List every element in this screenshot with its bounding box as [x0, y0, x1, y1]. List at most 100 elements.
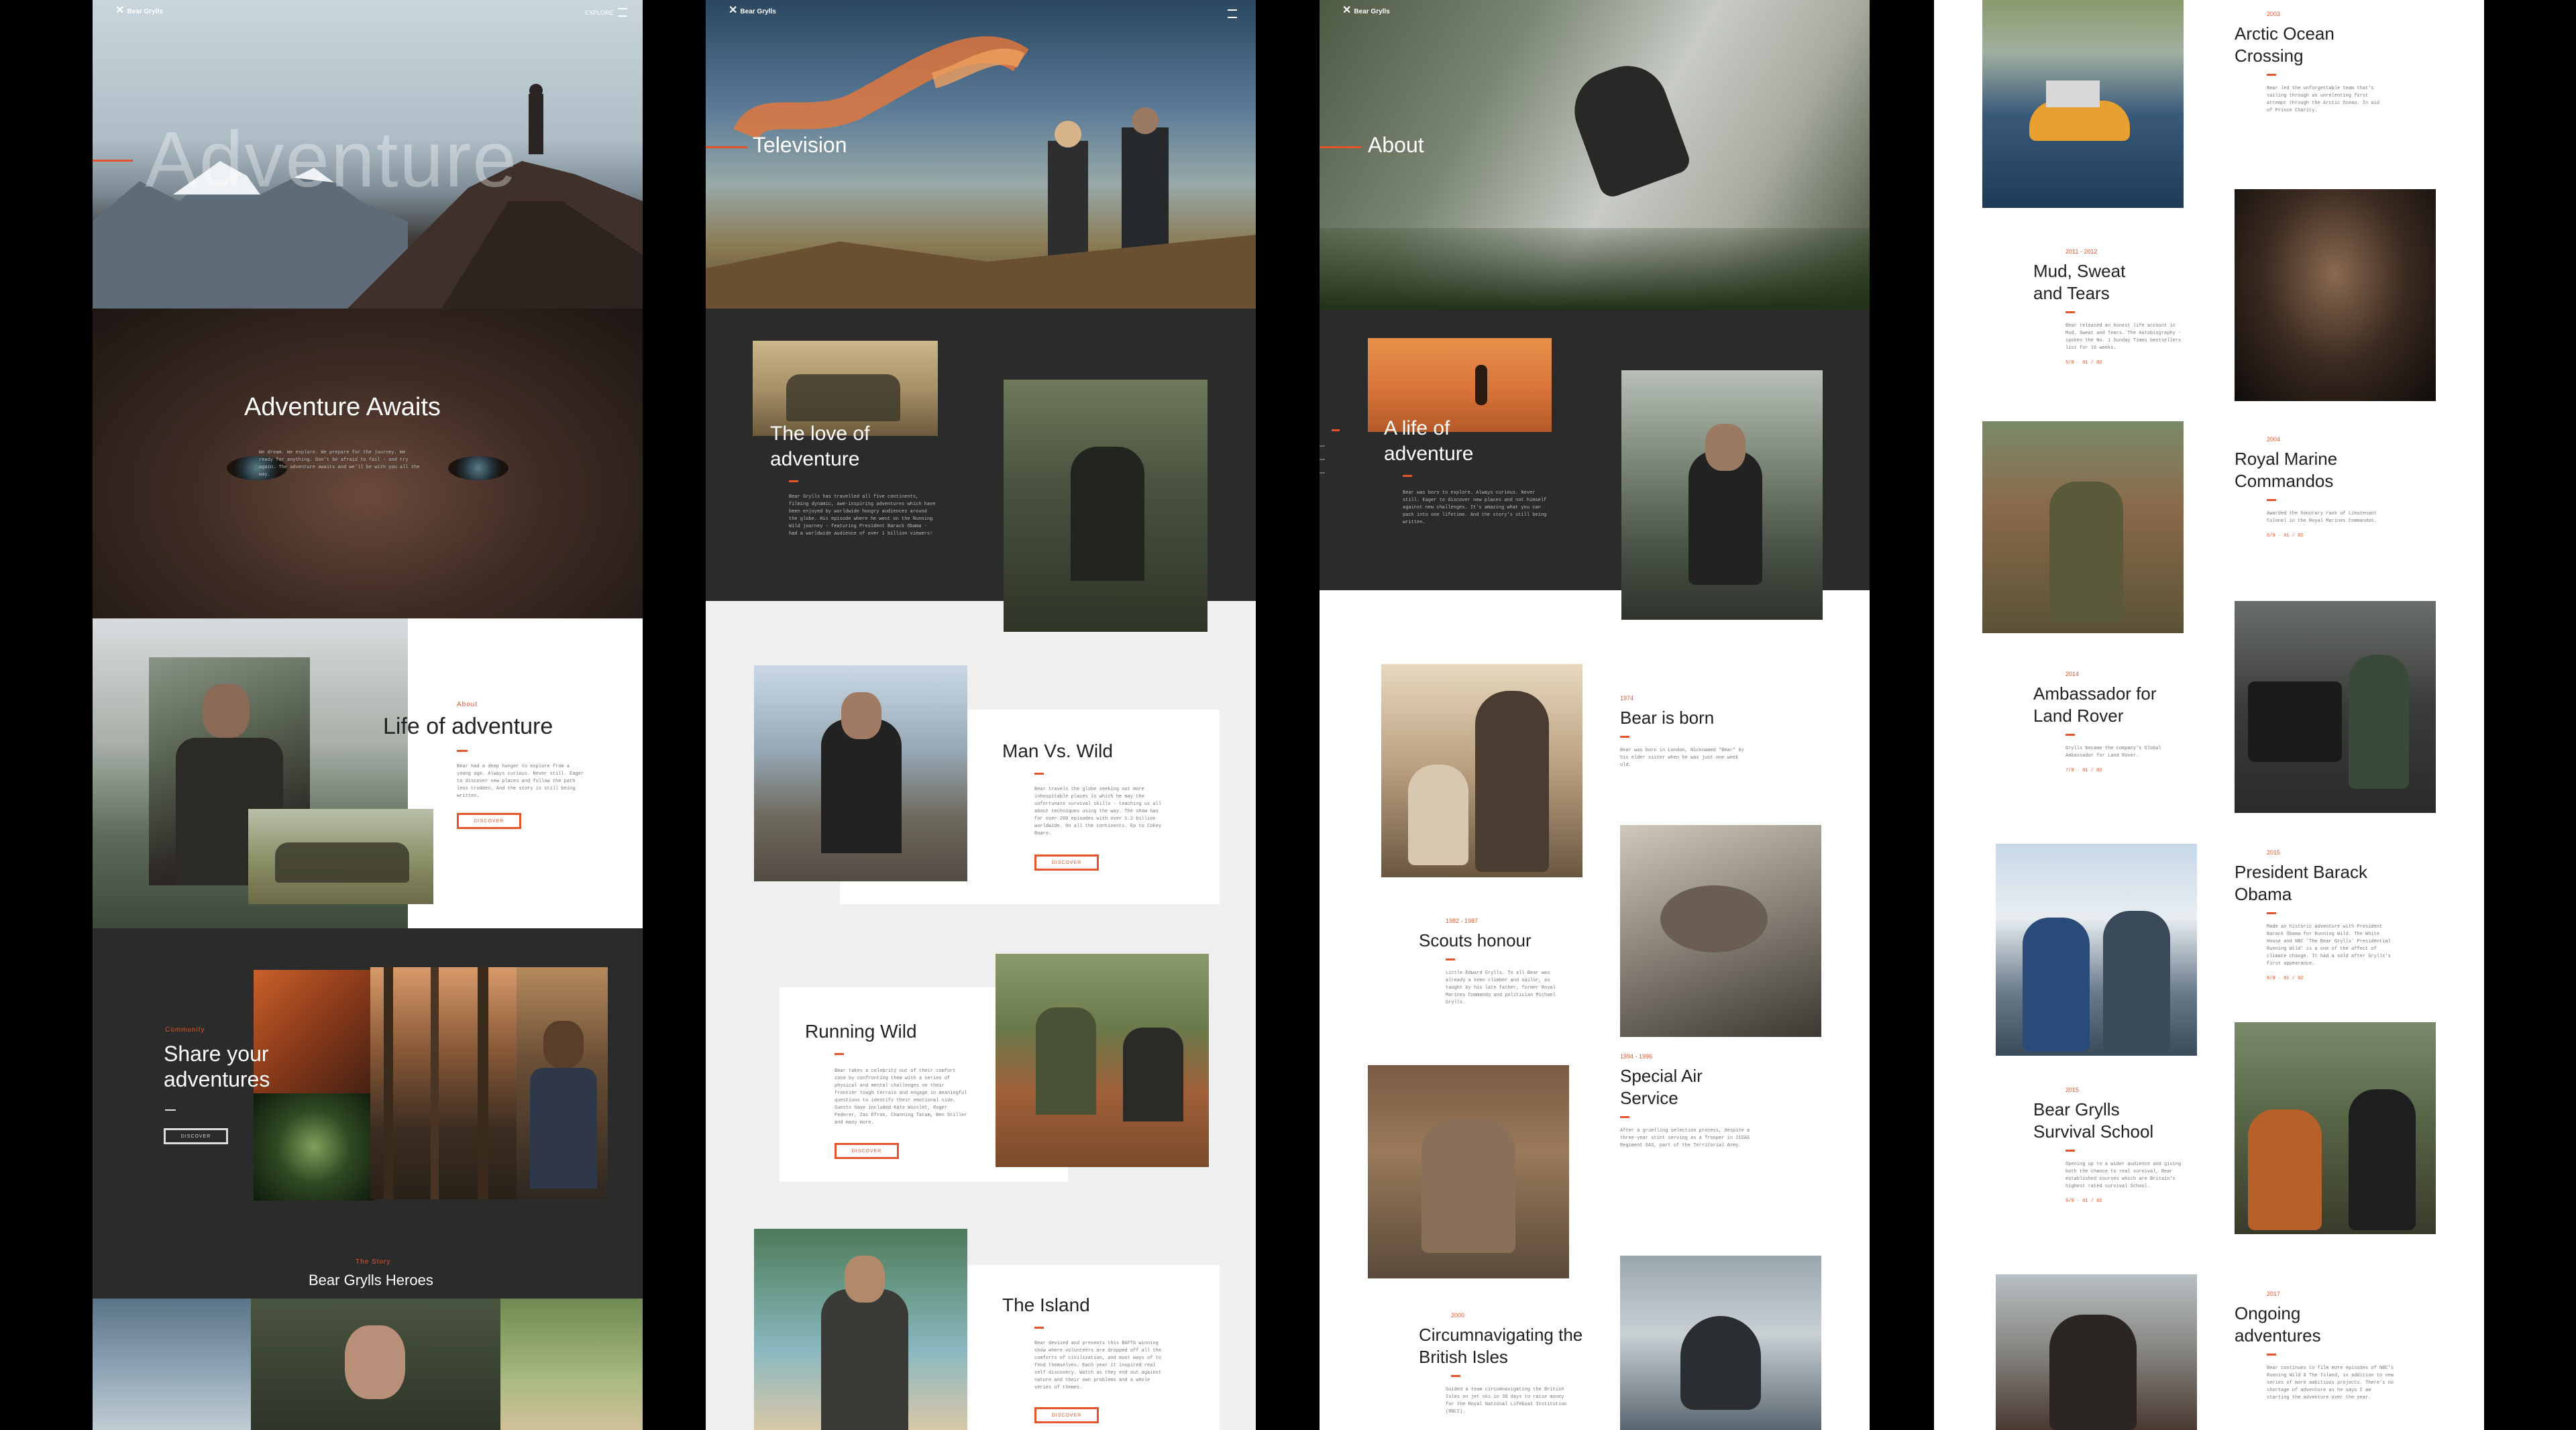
the-island-title: The Island — [1002, 1295, 1090, 1315]
timeline-year: 1994 - 1996 — [1620, 1053, 1653, 1060]
site-logo[interactable]: ✕ Bear Grylls — [729, 5, 776, 16]
soldier-portrait-image — [251, 1299, 500, 1430]
life-title: A life of adventure — [1384, 417, 1474, 465]
land-rover-image — [2235, 601, 2436, 813]
timeline-title: Circumnavigating the British Isles — [1419, 1325, 1583, 1367]
timeline-body: Bear led the unforgettable team that's s… — [2267, 86, 2380, 113]
running-wild-discover-button[interactable]: DISCOVER — [835, 1143, 899, 1159]
timeline-body: Grylls became the company's Global Ambas… — [2065, 746, 2161, 759]
man-vs-wild-body: Bear travels the globe seeking out more … — [1034, 787, 1162, 836]
running-wild-image[interactable] — [996, 954, 1209, 1167]
timeline-body: Made an historic adventure with Presiden… — [2267, 924, 2391, 967]
timeline-title: Royal Marine Commandos — [2235, 449, 2338, 491]
timeline-item-royal-marine[interactable]: 2004 Royal Marine Commandos Awarded the … — [2235, 436, 2436, 539]
logo-text: Bear Grylls — [1354, 8, 1390, 15]
timeline-item-survival-school[interactable]: 2015 Bear Grylls Survival School Opening… — [2033, 1087, 2221, 1204]
timeline-year: 2011 - 2012 — [2065, 248, 2098, 255]
the-island-discover-button[interactable]: DISCOVER — [1034, 1407, 1099, 1423]
side-scroll-indicator[interactable] — [1320, 429, 1340, 490]
cave-image — [254, 1093, 374, 1201]
adventure-awaits-title: Adventure Awaits — [244, 393, 441, 421]
explore-label: EXPLORE — [585, 9, 614, 16]
explore-menu-button[interactable]: EXPLORE — [585, 8, 627, 17]
heroes-title: Bear Grylls Heroes — [309, 1272, 433, 1288]
timeline-body: Bear was born in London, Nicknamed "Bear… — [1620, 748, 1744, 768]
mud-portrait-image — [2235, 189, 2436, 401]
timeline-title: President Barack Obama — [2235, 862, 2367, 904]
television-title: Television — [753, 133, 847, 157]
timeline-year: 2017 — [2267, 1290, 2281, 1297]
running-wild-accent-line — [835, 1053, 844, 1055]
site-logo[interactable]: ✕ Bear Grylls — [115, 5, 163, 16]
about-title: Life of adventure — [383, 714, 553, 739]
community-discover-button[interactable]: DISCOVER — [164, 1128, 228, 1144]
timeline-item-obama[interactable]: 2015 President Barack Obama Made an hist… — [2235, 849, 2436, 981]
timeline-photo-3 — [1368, 1065, 1569, 1278]
timeline-title: Arctic Ocean Crossing — [2235, 23, 2334, 66]
timeline-year: 2000 — [1451, 1312, 1465, 1319]
man-vs-wild-accent-line — [1034, 773, 1044, 775]
jungle-crew-image — [1004, 380, 1208, 632]
timeline-photo-2 — [1620, 825, 1821, 1037]
timeline-meta: 5/9 · 01 / 02 — [2065, 360, 2102, 366]
hero-title: Adventure — [145, 115, 518, 204]
timeline-body: Guided a team circumnavigating the Briti… — [1446, 1387, 1567, 1415]
logo-text: Bear Grylls — [740, 8, 776, 15]
the-island-image[interactable] — [754, 1229, 967, 1430]
timeline-title: Mud, Sweat and Tears — [2033, 261, 2126, 303]
life-body: Bear was born to explore. Always curious… — [1403, 490, 1547, 525]
timeline-body: After a gruelling selection process, des… — [1620, 1128, 1750, 1148]
timeline-year: 2015 — [2267, 849, 2281, 856]
skydiver-image — [93, 1299, 251, 1430]
obama-image — [1996, 844, 2197, 1056]
timeline-body: Bear continues to film more episodes of … — [2267, 1366, 2394, 1400]
community-divider — [165, 1109, 176, 1111]
timeline-item-4[interactable]: 2000 Circumnavigating the British Isles … — [1419, 1312, 1620, 1416]
timeline-continued-column: 2003 Arctic Ocean Crossing Bear led the … — [1934, 0, 2484, 1430]
about-title: About — [1368, 133, 1424, 157]
timeline-title: Ambassador for Land Rover — [2033, 683, 2157, 726]
love-title: The love of adventure — [770, 423, 870, 470]
timeline-item-land-rover[interactable]: 2014 Ambassador for Land Rover Grylls be… — [2033, 671, 2221, 773]
man-vs-wild-discover-button[interactable]: DISCOVER — [1034, 855, 1099, 871]
man-vs-wild-image[interactable] — [754, 665, 967, 881]
timeline-meta: 9/9 · 01 / 02 — [2065, 1199, 2102, 1204]
heroes-eyebrow: The Story — [356, 1258, 391, 1266]
timeline-item-2[interactable]: 1982 - 1987 Scouts honour Little Edward … — [1419, 918, 1607, 1007]
timeline-item-arctic[interactable]: 2003 Arctic Ocean Crossing Bear led the … — [2235, 11, 2436, 115]
runner-image — [500, 1299, 643, 1430]
timeline-title: Scouts honour — [1419, 930, 1532, 950]
timeline-title: Special Air Service — [1620, 1066, 1703, 1108]
site-logo[interactable]: ✕ Bear Grylls — [1342, 5, 1390, 16]
community-eyebrow: Community — [165, 1026, 205, 1034]
the-island-body: Bear devised and presents this BAFTA win… — [1034, 1341, 1162, 1390]
timeline-year: 1974 — [1620, 695, 1634, 702]
timeline-item-1[interactable]: 1974 Bear is born Bear was born in Londo… — [1620, 695, 1821, 769]
timeline-body: Little Edward Grylls. To all Bear was al… — [1446, 971, 1556, 1005]
hero-accent-line — [706, 146, 747, 148]
ongoing-adventures-image — [1996, 1274, 2197, 1430]
timeline-year: 2014 — [2065, 671, 2080, 677]
timeline-year: 1982 - 1987 — [1446, 918, 1479, 924]
life-accent-line — [1403, 475, 1412, 477]
about-page-column: ✕ Bear Grylls About A life of adventure B… — [1320, 0, 1870, 1430]
television-page-column: ✕ Bear Grylls Television The love of adve… — [706, 0, 1256, 1430]
x-logo-icon: ✕ — [729, 5, 738, 16]
logo-text: Bear Grylls — [127, 8, 163, 15]
royal-marine-image — [1982, 421, 2184, 633]
timeline-item-ongoing[interactable]: 2017 Ongoing adventures Bear continues t… — [2235, 1290, 2436, 1402]
timeline-title: Bear Grylls Survival School — [2033, 1099, 2154, 1142]
forest-runner-image — [370, 967, 517, 1199]
timeline-title: Ongoing adventures — [2235, 1303, 2321, 1345]
love-accent-line — [789, 480, 798, 482]
adventure-awaits-body: We dream. We explore. We prepare for the… — [259, 450, 420, 478]
timeline-item-3[interactable]: 1994 - 1996 Special Air Service After a … — [1620, 1053, 1821, 1150]
menu-icon[interactable] — [1228, 9, 1237, 18]
the-island-accent-line — [1034, 1327, 1044, 1329]
about-discover-button[interactable]: DISCOVER — [457, 813, 521, 829]
running-wild-title: Running Wild — [805, 1021, 917, 1042]
x-logo-icon: ✕ — [1342, 5, 1352, 16]
about-accent-line — [457, 750, 468, 752]
timeline-body: Bear released an honest life account in … — [2065, 323, 2182, 351]
timeline-item-mud[interactable]: 2011 - 2012 Mud, Sweat and Tears Bear re… — [2033, 248, 2221, 366]
